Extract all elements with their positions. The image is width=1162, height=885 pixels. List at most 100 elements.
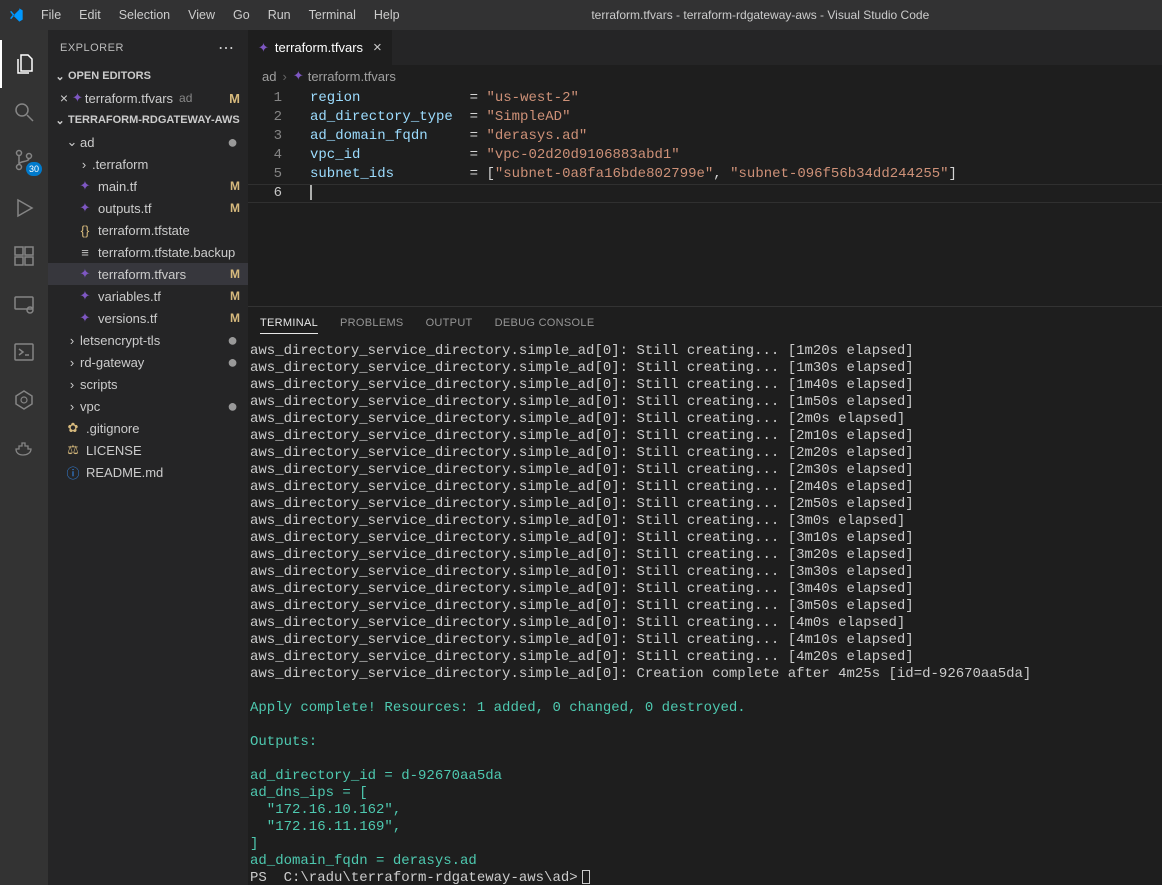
terraform-icon: ✦ xyxy=(258,40,269,56)
tree-label: terraform.tfstate.backup xyxy=(98,245,248,260)
code-token: subnet_ids xyxy=(310,166,394,182)
tree-file-variables-tf[interactable]: ✦ variables.tf M xyxy=(48,285,248,307)
panel-tab-debug[interactable]: DEBUG CONSOLE xyxy=(495,317,595,329)
vscode-logo-icon xyxy=(8,7,24,23)
code-token: ad_directory_type xyxy=(310,109,453,125)
activity-extensions[interactable] xyxy=(0,232,48,280)
menu-help[interactable]: Help xyxy=(365,8,409,22)
git-status: M xyxy=(230,311,248,325)
activity-powershell[interactable] xyxy=(0,328,48,376)
menu-selection[interactable]: Selection xyxy=(110,8,179,22)
terminal-icon xyxy=(12,340,36,364)
open-editor-item[interactable]: × ✦ terraform.tfvars ad M xyxy=(48,87,248,109)
code-string: "us-west-2" xyxy=(486,90,578,106)
activity-search[interactable] xyxy=(0,88,48,136)
tree-label: ad xyxy=(80,135,227,150)
breadcrumb[interactable]: ad › ✦ terraform.tfvars xyxy=(248,65,1162,87)
gear-icon: ✿ xyxy=(64,420,82,436)
git-status: M xyxy=(230,179,248,193)
activity-run-debug[interactable] xyxy=(0,184,48,232)
terminal-content[interactable]: aws_directory_service_directory.simple_a… xyxy=(248,339,1162,885)
tree-file-versions-tf[interactable]: ✦ versions.tf M xyxy=(48,307,248,329)
tree-label: variables.tf xyxy=(98,289,230,304)
tree-label: terraform.tfvars xyxy=(98,267,230,282)
modified-dot: ● xyxy=(227,403,248,409)
panel-tab-terminal[interactable]: TERMINAL xyxy=(260,317,318,334)
terraform-icon: ✦ xyxy=(293,68,304,84)
editor-tabs: ✦ terraform.tfvars × xyxy=(248,30,1162,65)
folder-label: TERRAFORM-RDGATEWAY-AWS xyxy=(68,114,240,126)
code-content[interactable]: region = "us-west-2" ad_directory_type =… xyxy=(296,89,1162,305)
code-editor[interactable]: 123456 region = "us-west-2" ad_directory… xyxy=(248,87,1162,305)
breadcrumb-segment[interactable]: ad xyxy=(262,69,276,84)
activity-explorer[interactable] xyxy=(0,40,48,88)
activity-remote[interactable] xyxy=(0,280,48,328)
tree-label: .terraform xyxy=(92,157,248,172)
open-editor-dir: ad xyxy=(179,91,192,105)
tree-file-tfvars[interactable]: ✦ terraform.tfvars M xyxy=(48,263,248,285)
more-icon[interactable]: ⋯ xyxy=(218,38,236,58)
chevron-down-icon: ⌄ xyxy=(64,134,80,150)
activity-source-control[interactable]: 30 xyxy=(0,136,48,184)
bottom-panel: TERMINAL PROBLEMS OUTPUT DEBUG CONSOLE a… xyxy=(248,305,1162,885)
menu-terminal[interactable]: Terminal xyxy=(300,8,365,22)
tree-label: README.md xyxy=(86,465,248,480)
tree-folder-terraform[interactable]: › .terraform xyxy=(48,153,248,175)
panel-tab-problems[interactable]: PROBLEMS xyxy=(340,317,404,329)
code-token: region xyxy=(310,90,360,106)
menu-view[interactable]: View xyxy=(179,8,224,22)
tree-file-main-tf[interactable]: ✦ main.tf M xyxy=(48,175,248,197)
tree-label: letsencrypt-tls xyxy=(80,333,227,348)
docker-icon xyxy=(12,436,36,460)
tree-label: .gitignore xyxy=(86,421,248,436)
window-title: terraform.tfvars - terraform-rdgateway-a… xyxy=(409,8,1162,22)
activity-kubernetes[interactable] xyxy=(0,376,48,424)
code-string: "vpc-02d20d9106883abd1" xyxy=(486,147,679,163)
kubernetes-icon xyxy=(12,388,36,412)
tree-file-outputs-tf[interactable]: ✦ outputs.tf M xyxy=(48,197,248,219)
code-string: "subnet-0a8fa16bde802799e" xyxy=(495,166,713,182)
panel-tab-output[interactable]: OUTPUT xyxy=(426,317,473,329)
menu-file[interactable]: File xyxy=(32,8,70,22)
search-icon xyxy=(12,100,36,124)
tree-file-gitignore[interactable]: ✿ .gitignore xyxy=(48,417,248,439)
tree-folder-vpc[interactable]: › vpc ● xyxy=(48,395,248,417)
tree-label: scripts xyxy=(80,377,248,392)
open-editor-filename: terraform.tfvars xyxy=(85,91,173,106)
tree-file-tfstate-backup[interactable]: ≡ terraform.tfstate.backup xyxy=(48,241,248,263)
tree-folder-scripts[interactable]: › scripts xyxy=(48,373,248,395)
tree-folder-rd-gateway[interactable]: › rd-gateway ● xyxy=(48,351,248,373)
tree-label: LICENSE xyxy=(86,443,248,458)
git-status: M xyxy=(230,289,248,303)
tree-label: vpc xyxy=(80,399,227,414)
activity-bar: 30 xyxy=(0,30,48,885)
tab-label: terraform.tfvars xyxy=(275,40,363,55)
folder-header[interactable]: ⌄ TERRAFORM-RDGATEWAY-AWS xyxy=(48,109,248,131)
tab-terraform-tfvars[interactable]: ✦ terraform.tfvars × xyxy=(248,30,393,65)
tree-label: terraform.tfstate xyxy=(98,223,248,238)
code-string: "subnet-096f56b34dd244255" xyxy=(730,166,948,182)
terraform-icon: ✦ xyxy=(76,178,94,194)
close-icon[interactable]: × xyxy=(56,90,72,106)
tree-file-tfstate[interactable]: {} terraform.tfstate xyxy=(48,219,248,241)
tree-label: versions.tf xyxy=(98,311,230,326)
menu-edit[interactable]: Edit xyxy=(70,8,110,22)
menubar: File Edit Selection View Go Run Terminal… xyxy=(32,8,409,22)
breadcrumb-segment[interactable]: terraform.tfvars xyxy=(308,69,396,84)
tree-folder-letsencrypt[interactable]: › letsencrypt-tls ● xyxy=(48,329,248,351)
tree-file-readme[interactable]: ⓘ README.md xyxy=(48,461,248,483)
terraform-icon: ✦ xyxy=(76,200,94,216)
code-string: "derasys.ad" xyxy=(486,128,587,144)
activity-docker[interactable] xyxy=(0,424,48,472)
menu-go[interactable]: Go xyxy=(224,8,259,22)
menu-run[interactable]: Run xyxy=(259,8,300,22)
files-icon xyxy=(13,52,37,76)
code-token: vpc_id xyxy=(310,147,360,163)
terraform-icon: ✦ xyxy=(76,288,94,304)
info-icon: ⓘ xyxy=(64,463,82,482)
open-editors-header[interactable]: ⌄ OPEN EDITORS xyxy=(48,65,248,87)
tree-folder-ad[interactable]: ⌄ ad ● xyxy=(48,131,248,153)
tree-file-license[interactable]: ⚖ LICENSE xyxy=(48,439,248,461)
close-icon[interactable]: × xyxy=(373,39,382,56)
terraform-icon: ✦ xyxy=(76,266,94,282)
